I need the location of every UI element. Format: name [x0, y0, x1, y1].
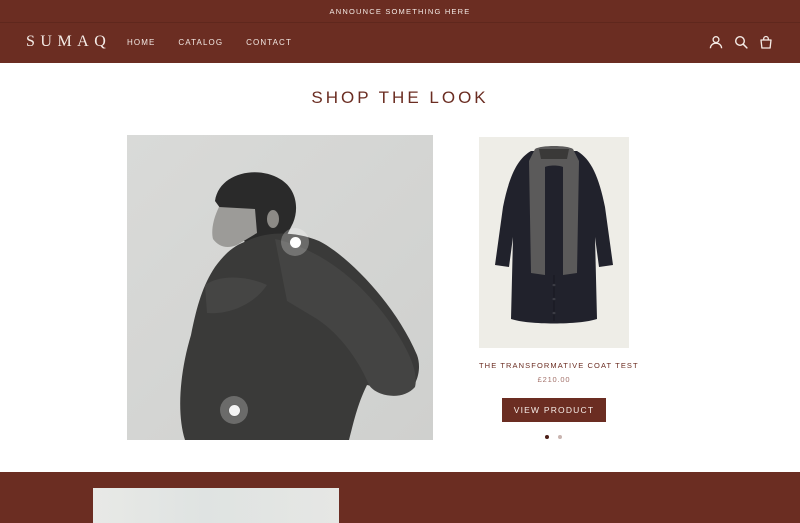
product-card[interactable]: THE TRANSFORMATIVE COAT TEST £210.00: [479, 137, 638, 384]
section-title: SHOP THE LOOK: [311, 88, 489, 107]
site-header: SUMAQ HOME CATALOG CONTACT: [0, 22, 800, 63]
pagination-dot-2[interactable]: [558, 435, 562, 439]
nav-home[interactable]: HOME: [127, 38, 155, 47]
header-icons: [709, 35, 773, 49]
site-logo[interactable]: SUMAQ: [26, 33, 111, 51]
view-product-button[interactable]: VIEW PRODUCT: [502, 398, 606, 422]
announcement-bar: ANNOUNCE SOMETHING HERE: [0, 0, 800, 22]
nav-catalog[interactable]: CATALOG: [178, 38, 223, 47]
carousel-pagination: [545, 435, 562, 439]
product-price: £210.00: [537, 375, 571, 384]
cart-icon[interactable]: [759, 35, 773, 49]
nav-contact[interactable]: CONTACT: [246, 38, 292, 47]
product-title[interactable]: THE TRANSFORMATIVE COAT TEST: [479, 361, 638, 370]
search-icon[interactable]: [734, 35, 748, 49]
hotspot-2[interactable]: [220, 396, 248, 424]
main-nav: HOME CATALOG CONTACT: [127, 38, 315, 47]
hotspot-1[interactable]: [281, 228, 309, 256]
look-image: [127, 135, 433, 440]
announcement-text: ANNOUNCE SOMETHING HERE: [329, 6, 471, 16]
product-image[interactable]: [479, 137, 629, 348]
next-section-image: [93, 488, 339, 523]
pagination-dot-1[interactable]: [545, 435, 549, 439]
account-icon[interactable]: [709, 35, 723, 49]
